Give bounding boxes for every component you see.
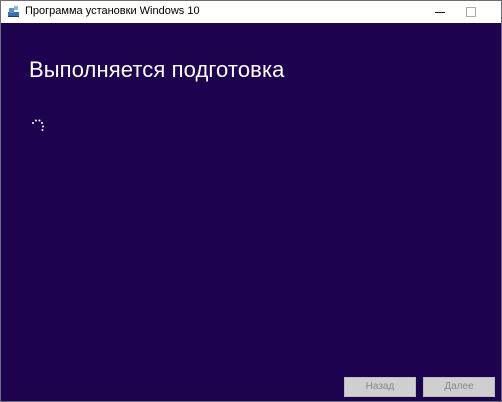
setup-content: Выполняется подготовка Назад Далее	[1, 23, 501, 401]
page-title: Выполняется подготовка	[29, 57, 285, 82]
loading-spinner-icon	[29, 117, 49, 137]
window-title: Программа установки Windows 10	[25, 5, 200, 17]
next-button[interactable]: Далее	[423, 377, 495, 397]
title-bar[interactable]: Программа установки Windows 10	[1, 1, 501, 23]
windows-setup-icon	[7, 5, 20, 18]
setup-window: Программа установки Windows 10 Выполняет…	[0, 0, 502, 402]
back-button[interactable]: Назад	[344, 377, 416, 397]
maximize-button[interactable]	[456, 1, 486, 23]
minimize-button[interactable]	[425, 1, 455, 23]
